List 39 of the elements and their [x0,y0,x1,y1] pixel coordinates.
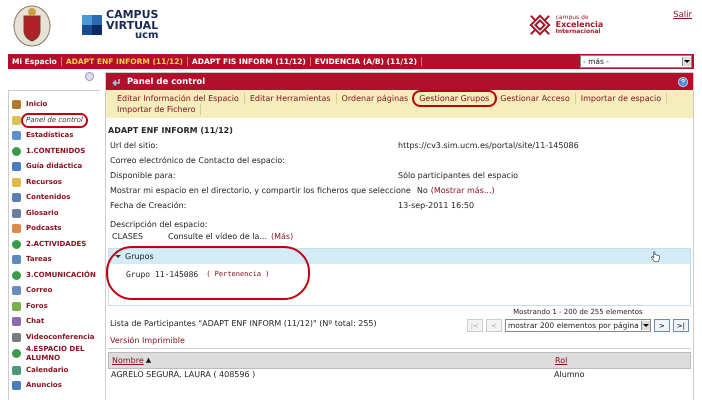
panel-title: Panel de control [127,76,206,86]
info-value: Sólo participantes del espacio [398,171,518,180]
excellence-logo-icon [528,14,551,36]
group-name: Grupo 11-145086 [126,270,198,279]
toolbar-link[interactable]: Gestionar Grupos [414,93,496,104]
help-icon[interactable] [678,76,688,86]
toolbar-link[interactable]: Editar Información del Espacio [112,93,245,104]
info-value: 13-sep-2011 16:50 [398,201,474,210]
info-label: Fecha de Creación: [110,201,188,210]
info-label: Url del sitio: [110,141,160,150]
toolbar-link[interactable]: Ordenar páginas [336,93,414,104]
hand-cursor-icon [651,251,660,263]
participants-title: Lista de Participantes "ADAPT ENF INFORM (11/12)" (Nº total: 255) [110,319,377,328]
info-label: Disponible para: [110,171,176,180]
campus-virtual-logo: CAMPUS VIRTUAL ucm [106,9,158,41]
info-value: No [416,186,428,195]
logout-link[interactable]: Salir [673,10,692,20]
printable-version-link[interactable]: Versión Imprimible [110,336,377,345]
description-term: CLASES [112,232,144,243]
description-label: Descripción del espacio: [110,220,208,229]
column-header[interactable]: Nombre [112,356,144,365]
table-cell-text: AGRELO SEGURA, LAURA ( 408596 ) [110,370,256,379]
groups-header[interactable]: Grupos [109,249,690,264]
description-text: Consulte el vídeo de la... [168,232,267,243]
squares-logo-icon [82,15,102,35]
toolbar-link[interactable]: Importar de espacio [576,93,668,104]
show-more-link[interactable]: (Mostrar más...) [430,186,495,195]
column-header[interactable]: Rol [555,356,568,365]
back-arrow-icon[interactable] [111,76,121,86]
site-title: ADAPT ENF INFORM (11/12) [108,126,234,135]
toolbar-link[interactable]: Editar Herramientas [244,93,337,104]
more-link[interactable]: (Más) [271,232,294,244]
table-cell-text: Alumno [553,370,585,379]
info-label: Mostrar mi espacio en el directorio, y compartir los ficheros que seleccione [110,186,412,195]
info-label: Correo electrónico de Contacto del espacio: [110,156,286,165]
collapse-icon[interactable] [85,72,94,81]
toolbar-link[interactable]: Importar de Fichero [112,104,202,115]
toolbar-link[interactable]: Gestionar Acceso [495,93,576,104]
info-value: https://cv3.sim.ucm.es/portal/site/11-145086 [398,141,579,150]
